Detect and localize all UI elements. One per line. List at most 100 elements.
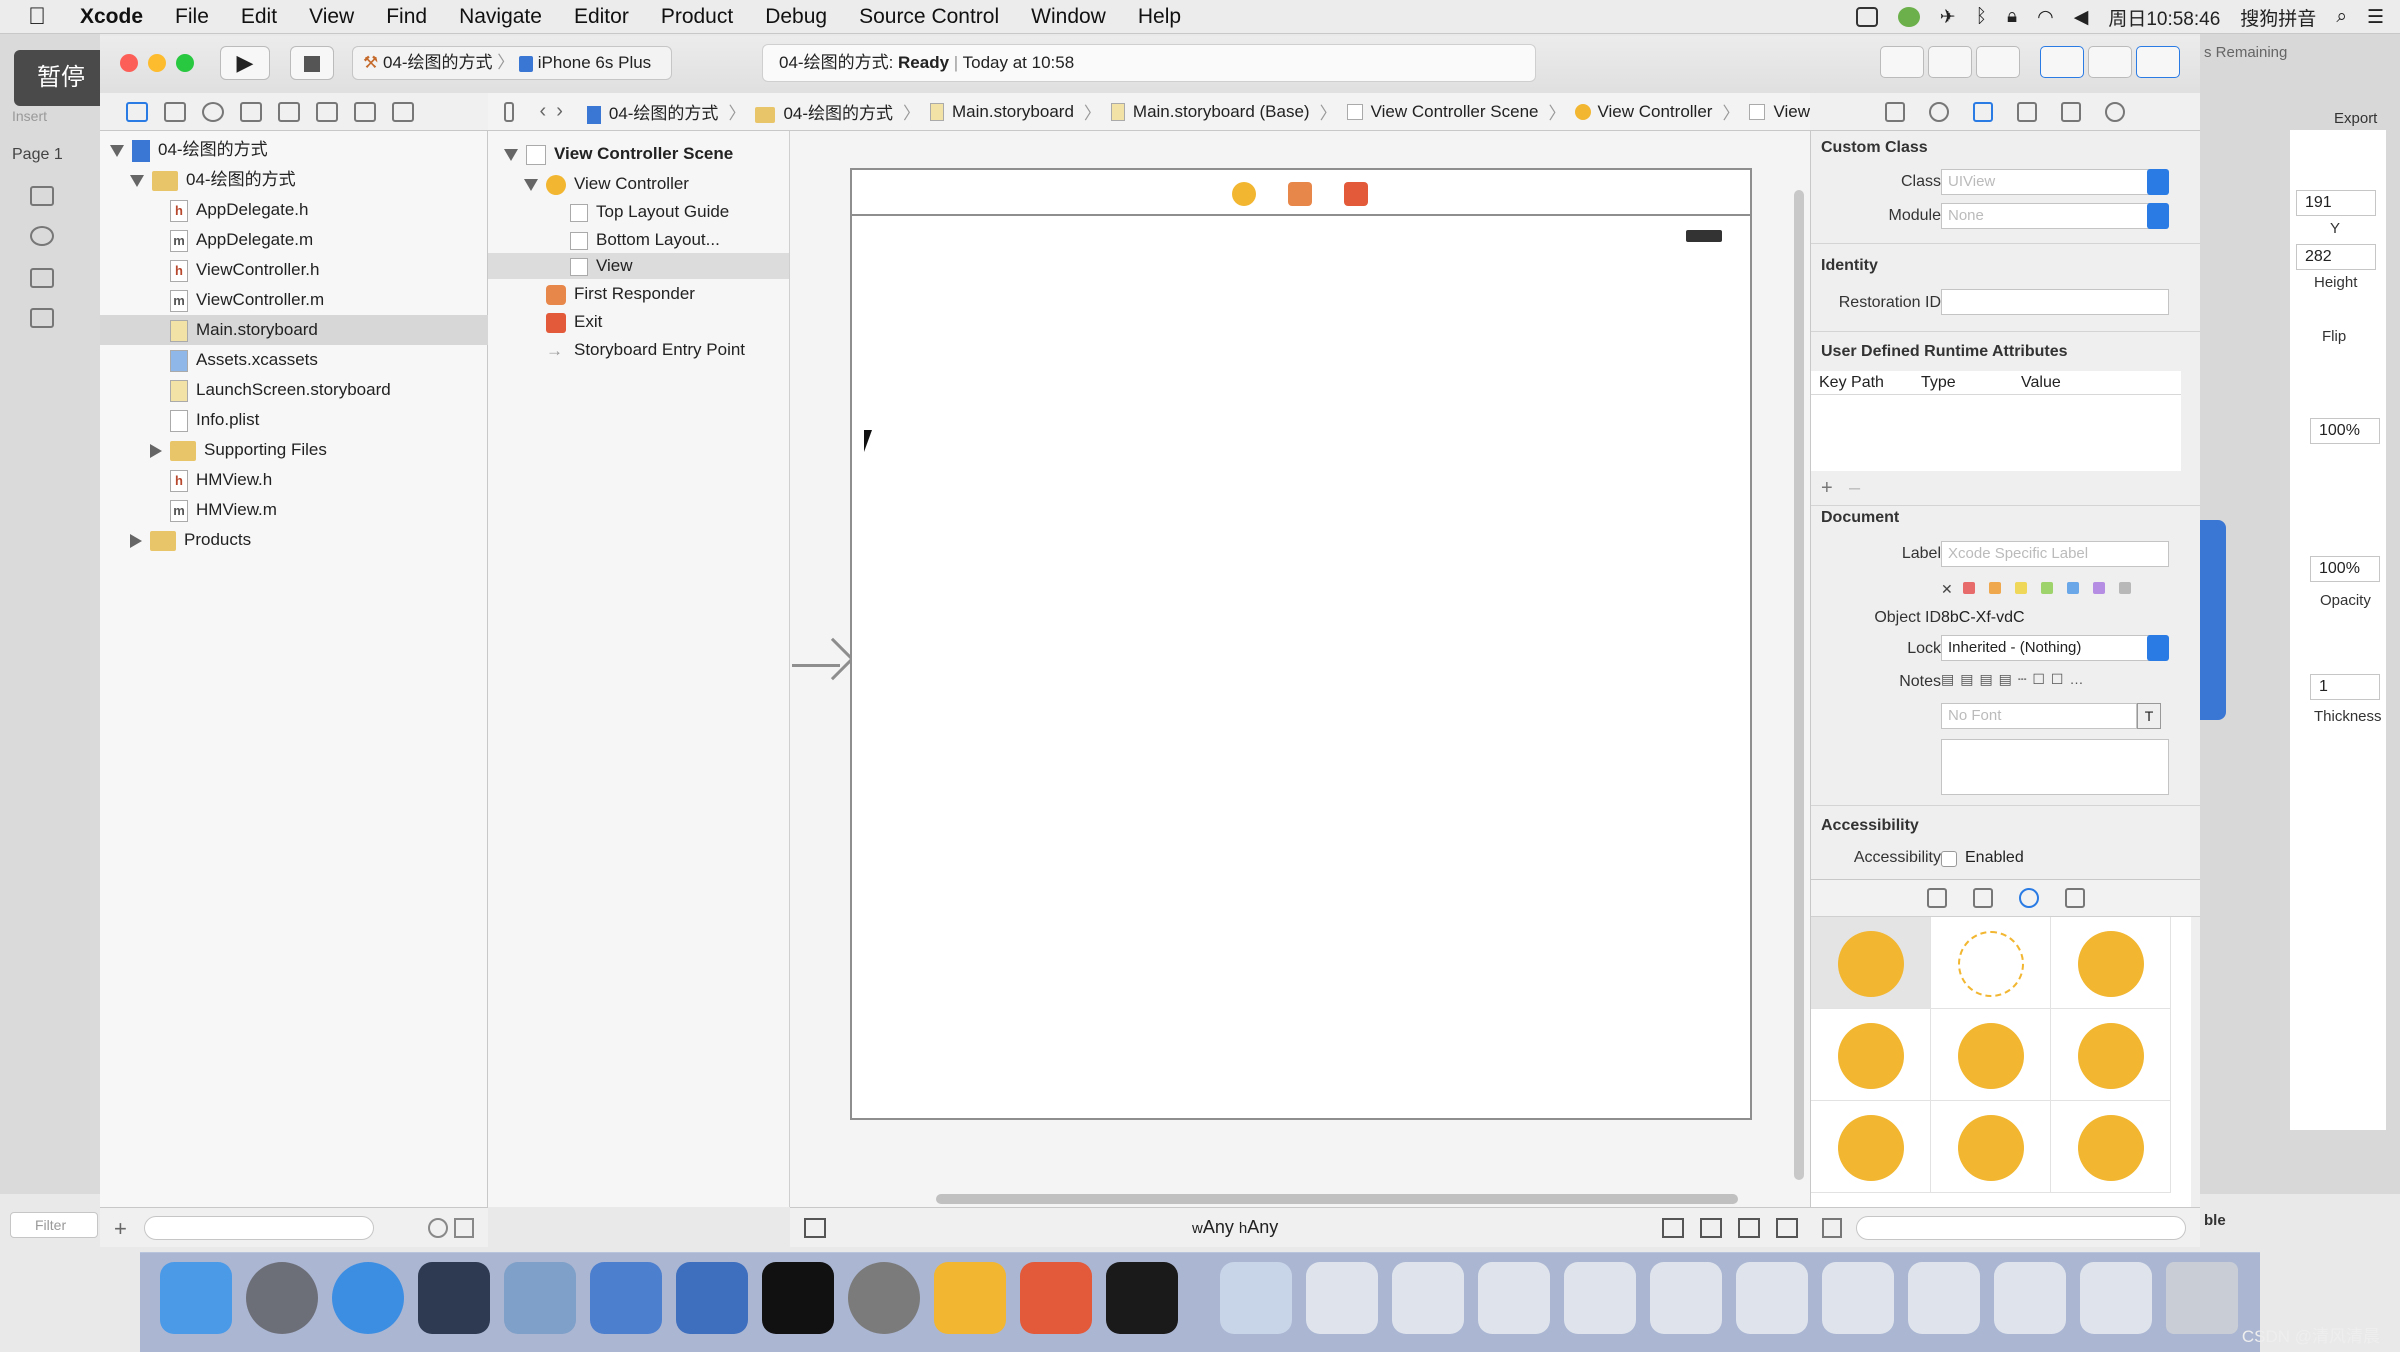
input-method[interactable]: 搜狗拼音 xyxy=(2240,4,2316,31)
height-field[interactable]: 282 xyxy=(2296,244,2376,270)
menu-window[interactable]: Window xyxy=(1015,0,1122,34)
exec-terminal-icon[interactable] xyxy=(1106,1262,1178,1334)
menu-product[interactable]: Product xyxy=(645,0,749,34)
swatch-purple[interactable] xyxy=(2092,582,2105,594)
swatch-gray[interactable] xyxy=(2118,582,2131,594)
library-glkit-view-controller[interactable] xyxy=(2051,1101,2171,1193)
tree-group-main[interactable]: 04-绘图的方式 xyxy=(130,165,296,195)
disclosure-open-icon[interactable] xyxy=(110,144,124,157)
toggle-utilities-button[interactable] xyxy=(2136,46,2180,78)
menu-editor[interactable]: Editor xyxy=(558,0,645,34)
media-library-icon[interactable] xyxy=(2065,888,2085,908)
show-outline-icon[interactable] xyxy=(804,1218,826,1238)
disclosure-open-icon[interactable] xyxy=(130,174,144,187)
udra-table[interactable] xyxy=(1811,395,2181,471)
back-arrow-icon[interactable]: ‹ xyxy=(540,100,547,123)
tree-file-info-plist[interactable]: Info.plist xyxy=(170,405,259,435)
disclosure-closed-icon[interactable] xyxy=(130,533,142,548)
library-collection-view-controller[interactable] xyxy=(1931,1009,2051,1101)
wifi-icon[interactable]: ◠ xyxy=(2037,6,2054,29)
pin-icon[interactable] xyxy=(1738,1218,1760,1238)
quicktime-icon[interactable] xyxy=(1220,1262,1292,1334)
quick-help-icon[interactable] xyxy=(1929,101,1949,122)
view-controller-scene[interactable] xyxy=(850,168,1752,1120)
size-inspector-icon[interactable] xyxy=(2061,101,2081,122)
remove-attribute-icon[interactable]: – xyxy=(1849,477,1860,500)
tree-file-appdelegate-m[interactable]: m AppDelegate.m xyxy=(170,225,313,255)
lock-icon[interactable]: 🔒︎ xyxy=(2007,6,2017,28)
outline-top-layout-guide[interactable]: Top Layout Guide xyxy=(570,199,729,225)
symbol-navigator-icon[interactable] xyxy=(164,101,186,122)
opacity-field[interactable]: 100% xyxy=(2310,556,2380,582)
menu-view[interactable]: View xyxy=(293,0,370,34)
library-view-controller[interactable] xyxy=(1811,917,1931,1009)
library-split-view-controller[interactable] xyxy=(1811,1101,1931,1193)
instruments-icon[interactable] xyxy=(676,1262,748,1334)
sketch-icon[interactable] xyxy=(934,1262,1006,1334)
library-storyboard-reference[interactable] xyxy=(1931,917,2051,1009)
outline-bottom-layout-guide[interactable]: Bottom Layout... xyxy=(570,227,720,253)
find-navigator-icon[interactable] xyxy=(202,101,224,122)
pause-badge[interactable]: 暂停 xyxy=(14,50,108,106)
library-navigation-controller[interactable] xyxy=(2051,917,2171,1009)
library-page-view-controller[interactable] xyxy=(1931,1101,2051,1193)
toggle-navigator-button[interactable] xyxy=(2040,46,2084,78)
debug-navigator-icon[interactable] xyxy=(316,101,338,122)
bluetooth-icon[interactable]: ᛒ xyxy=(1976,6,1987,28)
accessibility-checkbox[interactable] xyxy=(1941,851,1957,867)
run-button[interactable]: ▶ xyxy=(220,46,270,80)
swatch-orange[interactable] xyxy=(1988,582,2001,594)
tree-group-products[interactable]: Products xyxy=(130,525,251,555)
trash-icon[interactable] xyxy=(2166,1262,2238,1334)
class-dropdown-icon[interactable] xyxy=(2147,169,2169,195)
list-view-toggle-icon[interactable] xyxy=(1822,1218,1842,1238)
notes-format-toolbar[interactable]: ▤▤▤▤┄☐☐… xyxy=(1941,671,2171,693)
library-filter-input[interactable] xyxy=(1856,1216,2186,1240)
rounded-rect-tool-icon[interactable] xyxy=(30,308,54,328)
outline-view[interactable]: View xyxy=(488,253,789,279)
object-library-icon[interactable] xyxy=(2019,888,2039,908)
swatch-blue[interactable] xyxy=(2066,582,2079,594)
navigator-filter-input[interactable] xyxy=(144,1216,374,1240)
font-picker-icon[interactable]: T xyxy=(2137,703,2161,729)
version-editor-button[interactable] xyxy=(1976,46,2020,78)
mouse-app-icon[interactable] xyxy=(418,1262,490,1334)
breakpoint-navigator-icon[interactable] xyxy=(354,101,376,122)
xcode-icon[interactable] xyxy=(590,1262,662,1334)
percent-field[interactable]: 100% xyxy=(2310,418,2380,444)
oval-tool-icon[interactable] xyxy=(30,226,54,246)
dock-first-responder-icon[interactable] xyxy=(1288,182,1312,206)
minimized-window-5-icon[interactable] xyxy=(1736,1262,1808,1334)
notes-font-field[interactable]: No Font xyxy=(1941,703,2137,729)
menu-source-control[interactable]: Source Control xyxy=(843,0,1015,34)
menu-help[interactable]: Help xyxy=(1122,0,1197,34)
code-snippet-library-icon[interactable] xyxy=(1973,888,1993,908)
connections-inspector-icon[interactable] xyxy=(2105,101,2125,122)
tree-file-launchscreen[interactable]: LaunchScreen.storyboard xyxy=(170,375,391,405)
outline-view-controller[interactable]: View Controller xyxy=(524,171,689,197)
label-color-swatches[interactable]: ✕ xyxy=(1941,581,2145,598)
clear-color-icon[interactable]: ✕ xyxy=(1941,581,1953,597)
library-table-view-controller[interactable] xyxy=(1811,1009,1931,1101)
assistant-editor-button[interactable] xyxy=(1928,46,1972,78)
project-navigator-icon[interactable] xyxy=(126,101,148,122)
keynote-icon[interactable] xyxy=(504,1262,576,1334)
tree-file-hmview-m[interactable]: m HMView.m xyxy=(170,495,277,525)
menu-app-name[interactable]: Xcode xyxy=(64,0,159,34)
breadcrumb-view[interactable]: View xyxy=(1749,102,1810,122)
thickness-field[interactable]: 1 xyxy=(2310,674,2380,700)
outline-exit[interactable]: Exit xyxy=(546,309,602,335)
minimized-window-8-icon[interactable] xyxy=(1994,1262,2066,1334)
restoration-id-field[interactable] xyxy=(1941,289,2169,315)
scm-filter-icon[interactable] xyxy=(454,1218,474,1238)
tree-group-supporting-files[interactable]: Supporting Files xyxy=(150,435,327,465)
library-tab-bar-controller[interactable] xyxy=(2051,1009,2171,1101)
menu-file[interactable]: File xyxy=(159,0,225,34)
toggle-debug-area-button[interactable] xyxy=(2088,46,2132,78)
forward-arrow-icon[interactable]: › xyxy=(556,100,563,123)
launchpad-icon[interactable] xyxy=(246,1262,318,1334)
image-tool-icon[interactable] xyxy=(30,186,54,206)
volume-icon[interactable]: ◀ xyxy=(2074,6,2089,29)
identity-inspector-icon[interactable] xyxy=(1973,101,1993,122)
outline-entry-point[interactable]: → Storyboard Entry Point xyxy=(546,337,745,363)
